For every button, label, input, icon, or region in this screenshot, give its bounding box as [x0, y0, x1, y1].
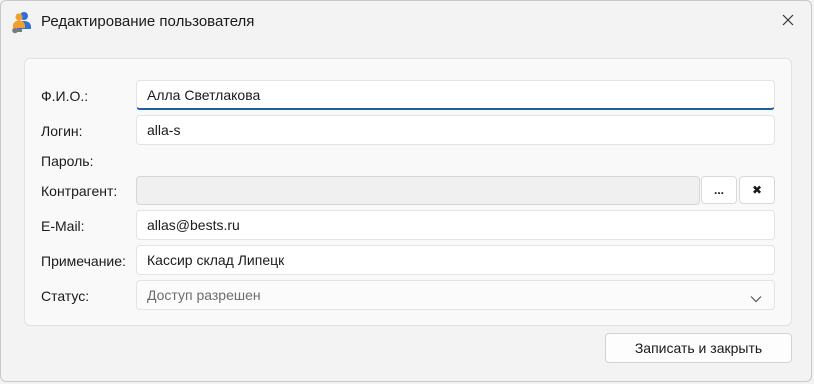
counterparty-label: Контрагент: [41, 183, 118, 199]
clear-x-icon: ✖ [751, 183, 763, 197]
browse-label: ... [713, 183, 724, 197]
users-key-icon [11, 10, 33, 34]
counterparty-browse-button[interactable]: ... [701, 176, 737, 204]
fio-label: Ф.И.О.: [41, 88, 89, 104]
email-label: E-Mail: [41, 218, 85, 234]
fio-input[interactable]: Алла Светлакова [136, 80, 775, 110]
note-input[interactable]: Кассир склад Липецк [136, 245, 775, 275]
fio-value: Алла Светлакова [147, 86, 261, 103]
title-bar: Редактирование пользователя [1, 1, 811, 45]
status-select[interactable]: Доступ разрешен [136, 280, 775, 310]
password-label: Пароль: [41, 153, 94, 169]
save-close-button[interactable]: Записать и закрыть [605, 333, 792, 363]
close-icon [782, 13, 794, 29]
email-value: allas@bests.ru [147, 217, 240, 233]
counterparty-input[interactable] [136, 176, 700, 205]
email-input[interactable]: allas@bests.ru [136, 210, 775, 240]
save-close-label: Записать и закрыть [634, 340, 763, 356]
note-value: Кассир склад Липецк [147, 252, 285, 268]
chevron-down-icon [750, 290, 762, 306]
close-button[interactable] [765, 1, 811, 41]
counterparty-clear-button[interactable]: ✖ [739, 176, 775, 204]
login-label: Логин: [41, 123, 83, 139]
login-value: alla-s [147, 122, 181, 138]
status-label: Статус: [41, 288, 90, 304]
note-label: Примечание: [41, 253, 126, 269]
login-input[interactable]: alla-s [136, 115, 775, 145]
edit-user-window: Редактирование пользователя Ф.И.О.: Алла… [0, 0, 812, 382]
window-title: Редактирование пользователя [41, 13, 255, 30]
status-value: Доступ разрешен [147, 287, 261, 303]
